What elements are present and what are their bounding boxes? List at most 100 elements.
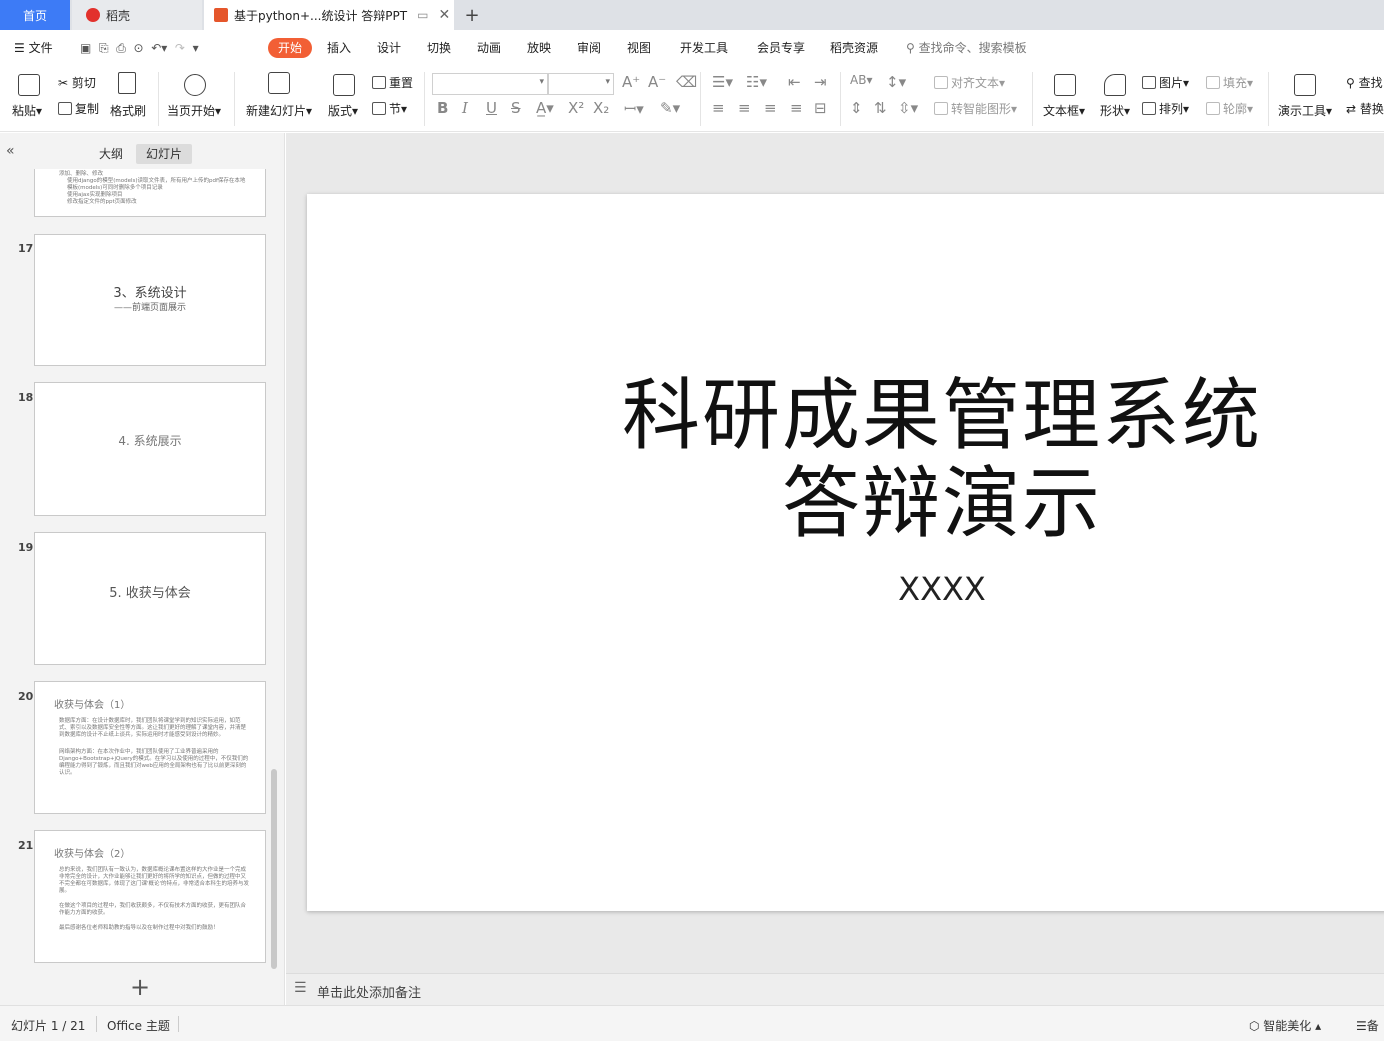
- text-direction-icon[interactable]: AB▾: [850, 73, 872, 87]
- fill-button[interactable]: 填充▾: [1206, 74, 1253, 91]
- tab-view[interactable]: 视图: [627, 38, 651, 58]
- smart-graphic-button[interactable]: 转智能图形▾: [934, 100, 1017, 117]
- bold-icon[interactable]: B: [437, 99, 448, 117]
- print-preview-icon[interactable]: ⊙: [133, 41, 143, 55]
- tab-home[interactable]: 首页: [0, 0, 70, 30]
- numbered-list-icon[interactable]: ☷▾: [746, 73, 767, 91]
- slide-subtitle[interactable]: XXXX: [607, 570, 1277, 608]
- smart-graphic-label: 转智能图形: [951, 102, 1012, 116]
- present-tools-button[interactable]: 演示工具▾: [1278, 102, 1332, 119]
- close-icon[interactable]: ✕: [438, 7, 450, 23]
- font-family-select[interactable]: ▾: [432, 73, 548, 95]
- italic-icon[interactable]: I: [462, 99, 468, 117]
- notes-toggle-button[interactable]: ☰备: [1356, 1017, 1379, 1034]
- underline-icon[interactable]: U: [486, 99, 497, 117]
- section-button[interactable]: 节▾: [372, 100, 407, 117]
- slide-thumb-17[interactable]: 3、系统设计 ——前端页面展示: [34, 234, 266, 366]
- copy-button[interactable]: 复制: [58, 100, 99, 117]
- tab-outline[interactable]: 大纲: [89, 144, 133, 164]
- superscript-icon[interactable]: X²: [568, 99, 584, 117]
- tab-insert[interactable]: 插入: [327, 38, 351, 58]
- monitor-icon[interactable]: ▭: [417, 8, 428, 22]
- add-tab-button[interactable]: +: [458, 0, 486, 30]
- font-color-icon[interactable]: A̲▾: [536, 99, 554, 117]
- tab-home-ribbon[interactable]: 开始: [268, 38, 313, 58]
- add-slide-button[interactable]: +: [130, 973, 150, 1001]
- slide-thumb-19[interactable]: 5. 收获与体会: [34, 532, 266, 665]
- shape-button[interactable]: 形状▾: [1100, 102, 1130, 119]
- new-slide-button[interactable]: 新建幻灯片▾: [246, 102, 312, 119]
- command-search[interactable]: ⚲ 查找命令、搜索模板: [906, 38, 1027, 58]
- para-spacing-icon[interactable]: ⇕: [850, 99, 863, 117]
- slide-thumb-21[interactable]: 收获与体会（2） 总的来说，我们团队有一致认为，数据库概论课布置这样的大作业是一…: [34, 830, 266, 963]
- distribute-icon[interactable]: ⊟: [814, 99, 827, 117]
- collapse-panel-icon[interactable]: «: [6, 143, 15, 159]
- tab-slides[interactable]: 幻灯片: [136, 144, 193, 164]
- align-right-icon[interactable]: ≡: [764, 99, 777, 117]
- outline-button[interactable]: 轮廓▾: [1206, 100, 1253, 117]
- column-icon[interactable]: ⇅: [874, 99, 887, 117]
- save-icon[interactable]: ▣: [80, 41, 91, 55]
- strikethrough-icon[interactable]: S: [511, 99, 521, 117]
- hamburger-icon: ☰: [14, 41, 29, 55]
- align-text-button[interactable]: 对齐文本▾: [934, 74, 1005, 91]
- arrange-button[interactable]: 排列▾: [1142, 100, 1189, 117]
- highlight-icon[interactable]: ✎▾: [660, 99, 680, 117]
- tab-design[interactable]: 设计: [377, 38, 401, 58]
- slide-thumb-18[interactable]: 4. 系统展示: [34, 382, 266, 516]
- layout-button[interactable]: 版式▾: [328, 102, 358, 119]
- increase-indent-icon[interactable]: ⇥: [814, 73, 827, 91]
- file-menu[interactable]: ☰ 文件: [14, 38, 53, 58]
- slide-canvas[interactable]: 科研成果管理系统 答辩演示 XXXX: [307, 194, 1384, 911]
- picture-button[interactable]: 图片▾: [1142, 74, 1189, 91]
- cut-button[interactable]: ✂ 剪切: [58, 74, 96, 91]
- clear-format-icon[interactable]: ⌫: [676, 73, 697, 91]
- tab-docer-resources[interactable]: 稻壳资源: [830, 38, 878, 58]
- tab-docer[interactable]: 稻壳: [72, 0, 202, 30]
- columns-icon[interactable]: ⇳▾: [898, 99, 918, 117]
- smart-beautify-button[interactable]: ⬡ 智能美化 ▴: [1249, 1017, 1321, 1034]
- slide-title-line: 答辩演示: [781, 459, 1102, 549]
- textbox-button[interactable]: 文本框▾: [1043, 102, 1085, 119]
- print-icon[interactable]: ⎙: [116, 41, 126, 55]
- slide-number: 19: [18, 541, 34, 554]
- format-painter-button[interactable]: 格式刷: [110, 102, 146, 119]
- align-left-icon[interactable]: ≡: [712, 99, 725, 117]
- replace-button[interactable]: ⇄ 替换: [1346, 100, 1384, 117]
- play-from-current-button[interactable]: 当页开始▾: [167, 102, 221, 119]
- tab-animation[interactable]: 动画: [477, 38, 501, 58]
- theme-name[interactable]: Office 主题: [107, 1017, 170, 1034]
- find-button[interactable]: ⚲ 查找: [1346, 74, 1383, 91]
- thumb-text-line: 模板(models)可同时删除多个项目记录: [67, 185, 163, 191]
- thumb-title: 收获与体会（1）: [54, 700, 131, 711]
- bullet-list-icon[interactable]: ☰▾: [712, 73, 733, 91]
- tab-transition[interactable]: 切换: [427, 38, 451, 58]
- customize-chevron-icon[interactable]: ▾: [193, 41, 199, 55]
- tab-document[interactable]: 基于python+...统设计 答辩PPT ▭ ✕: [204, 0, 454, 30]
- font-grow-icon[interactable]: A⁺: [622, 73, 640, 91]
- undo-icon[interactable]: ↶▾: [151, 41, 167, 55]
- tab-membership[interactable]: 会员专享: [757, 38, 805, 58]
- slide-title[interactable]: 科研成果管理系统 答辩演示: [607, 372, 1277, 548]
- font-size-select[interactable]: ▾: [548, 73, 614, 95]
- justify-icon[interactable]: ≡: [790, 99, 803, 117]
- tab-slideshow[interactable]: 放映: [527, 38, 551, 58]
- char-spacing-icon[interactable]: ꟷ▾: [624, 99, 644, 119]
- slide-thumb-20[interactable]: 收获与体会（1） 数据库方面：在设计数据库时，我们团队将课堂学到的知识实际运用，…: [34, 681, 266, 814]
- subscript-icon[interactable]: X₂: [593, 99, 609, 117]
- paste-button[interactable]: 粘贴▾: [12, 102, 42, 119]
- slide-thumb-16[interactable]: 添加、删除、修改 使用django的模型(models)读取文件表，所有用户上传…: [34, 169, 266, 217]
- font-shrink-icon[interactable]: A⁻: [648, 73, 666, 91]
- decrease-indent-icon[interactable]: ⇤: [788, 73, 801, 91]
- panel-scrollbar[interactable]: [271, 769, 277, 969]
- notes-pane[interactable]: ☰ 单击此处添加备注: [286, 973, 1384, 1005]
- align-center-icon[interactable]: ≡: [738, 99, 751, 117]
- tab-developer[interactable]: 开发工具: [680, 38, 728, 58]
- divider: [178, 1016, 179, 1032]
- export-pdf-icon[interactable]: ⎘: [99, 41, 109, 55]
- tab-review[interactable]: 审阅: [577, 38, 601, 58]
- reset-button[interactable]: 重置: [372, 74, 413, 91]
- command-search-placeholder: 查找命令、搜索模板: [918, 41, 1027, 55]
- redo-icon[interactable]: ↷: [175, 41, 185, 55]
- line-spacing-icon[interactable]: ↕▾: [886, 73, 906, 91]
